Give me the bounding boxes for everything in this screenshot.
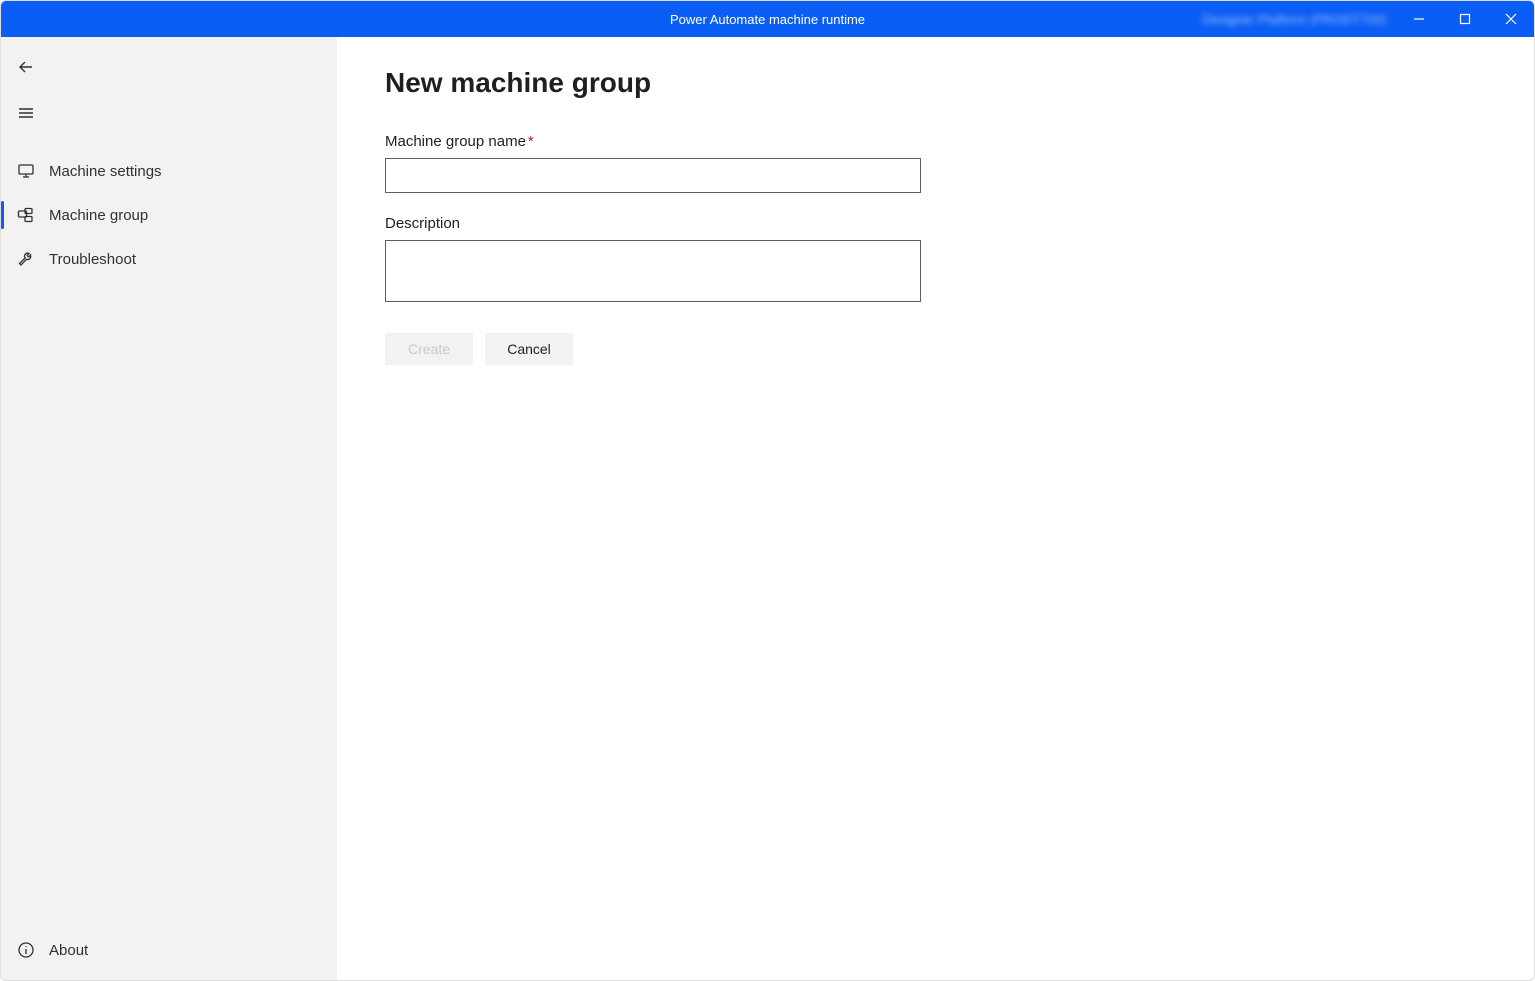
hamburger-button[interactable] (1, 91, 337, 135)
back-arrow-icon (17, 58, 35, 76)
window-title: Power Automate machine runtime (670, 12, 865, 27)
page-title: New machine group (385, 67, 1486, 99)
sidebar-item-label: Troubleshoot (49, 251, 136, 268)
back-button[interactable] (1, 45, 337, 89)
name-label: Machine group name* (385, 133, 1486, 150)
window-user: Designer Platform (PRODT700) (1203, 12, 1387, 27)
sidebar-item-label: Machine settings (49, 163, 162, 180)
machine-group-icon (17, 206, 35, 224)
required-asterisk: * (528, 133, 534, 150)
main-content: New machine group Machine group name* De… (337, 37, 1534, 980)
sidebar-item-machine-settings[interactable]: Machine settings (1, 149, 337, 193)
monitor-icon (17, 162, 35, 180)
sidebar: Machine settings Machine group (1, 37, 337, 980)
sidebar-item-label: Machine group (49, 207, 148, 224)
info-icon (17, 941, 35, 959)
close-icon (1505, 13, 1517, 25)
description-label: Description (385, 215, 1486, 232)
create-button[interactable]: Create (385, 333, 473, 365)
maximize-icon (1459, 13, 1471, 25)
hamburger-icon (17, 104, 35, 122)
cancel-button[interactable]: Cancel (485, 333, 573, 365)
maximize-button[interactable] (1442, 1, 1488, 37)
sidebar-item-about[interactable]: About (1, 928, 337, 972)
wrench-icon (17, 250, 35, 268)
minimize-button[interactable] (1396, 1, 1442, 37)
titlebar: Power Automate machine runtime Designer … (1, 1, 1534, 37)
description-input[interactable] (385, 240, 921, 302)
machine-group-name-input[interactable] (385, 158, 921, 193)
name-label-text: Machine group name (385, 133, 526, 150)
sidebar-item-label: About (49, 942, 88, 959)
sidebar-item-troubleshoot[interactable]: Troubleshoot (1, 237, 337, 281)
sidebar-item-machine-group[interactable]: Machine group (1, 193, 337, 237)
close-button[interactable] (1488, 1, 1534, 37)
minimize-icon (1413, 13, 1425, 25)
